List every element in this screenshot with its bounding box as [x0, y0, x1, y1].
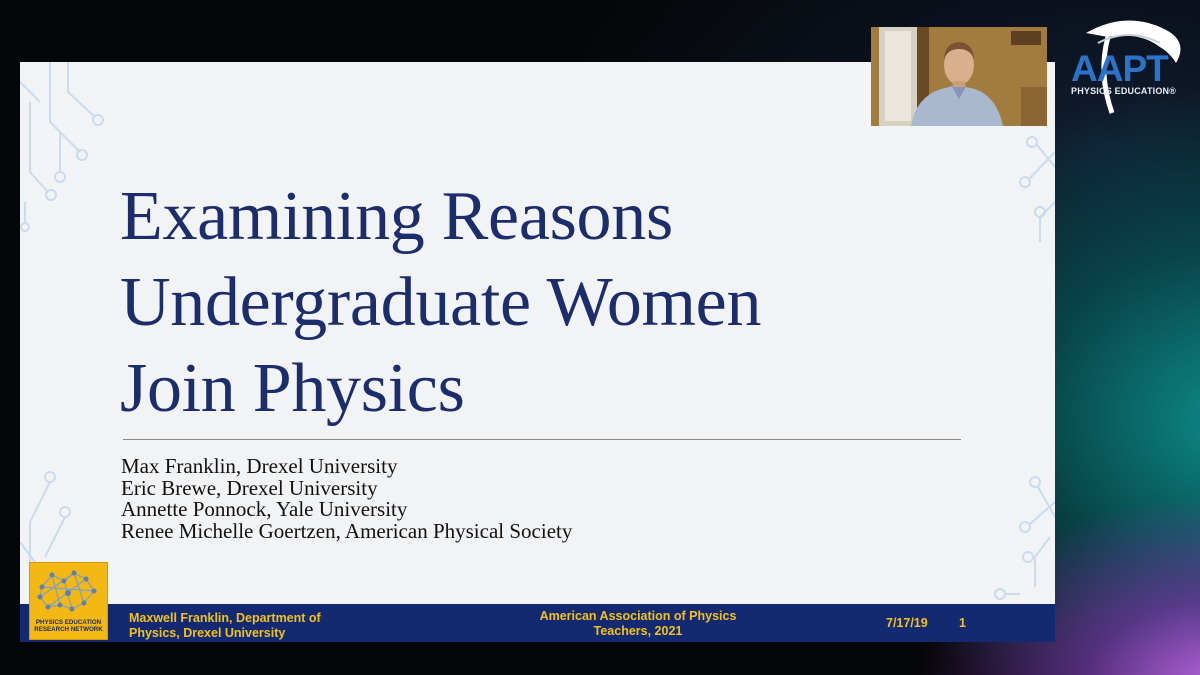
circuit-decoration-right: [1019, 136, 1055, 242]
author-line: Max Franklin, Drexel University: [121, 454, 398, 478]
network-graph-icon: [37, 570, 97, 612]
author-list: Max Franklin, Drexel University Eric Bre…: [121, 454, 573, 543]
aapt-logo-text: AAPT: [1071, 48, 1169, 89]
logo-text: PHYSICS EDUCATION RESEARCH NETWORK: [30, 619, 107, 633]
perc-logo: PHYSICS EDUCATION RESEARCH NETWORK: [29, 562, 108, 640]
title-line: Examining Reasons: [120, 178, 673, 255]
aapt-tagline: PHYSICS EDUCATION®: [1071, 86, 1177, 96]
footer-presenter-line: Physics, Drexel University: [129, 626, 286, 640]
slide-footer: Maxwell Franklin, Department of Physics,…: [20, 604, 1055, 642]
title-line: Undergraduate Women: [120, 264, 762, 341]
author-line: Eric Brewe, Drexel University: [121, 475, 378, 500]
footer-presenter-line: Maxwell Franklin, Department of: [129, 611, 321, 625]
footer-venue-line: American Association of Physics: [539, 609, 737, 623]
presenter-webcam: [871, 27, 1047, 126]
author-line: Annette Ponnock, Yale University: [121, 497, 408, 521]
title-line: Join Physics: [120, 350, 465, 427]
footer-venue: American Association of Physics Teachers…: [488, 609, 788, 639]
webcam-video-frame: [871, 27, 1047, 126]
footer-date: 7/17/19: [886, 616, 928, 630]
presentation-slide: Examining Reasons Undergraduate Women Jo…: [20, 62, 1055, 642]
footer-presenter: Maxwell Franklin, Department of Physics,…: [129, 611, 321, 641]
circuit-decoration-bottom-right: [994, 476, 1055, 600]
footer-page-number: 1: [959, 616, 966, 630]
footer-venue-line: Teachers, 2021: [593, 624, 683, 638]
slide-title: Examining Reasons Undergraduate Women Jo…: [120, 174, 980, 432]
logo-text-line: RESEARCH NETWORK: [34, 626, 103, 633]
author-line: Renee Michelle Goertzen, American Physic…: [121, 518, 573, 543]
logo-text-line: PHYSICS EDUCATION: [35, 619, 102, 626]
title-divider: [123, 439, 961, 440]
